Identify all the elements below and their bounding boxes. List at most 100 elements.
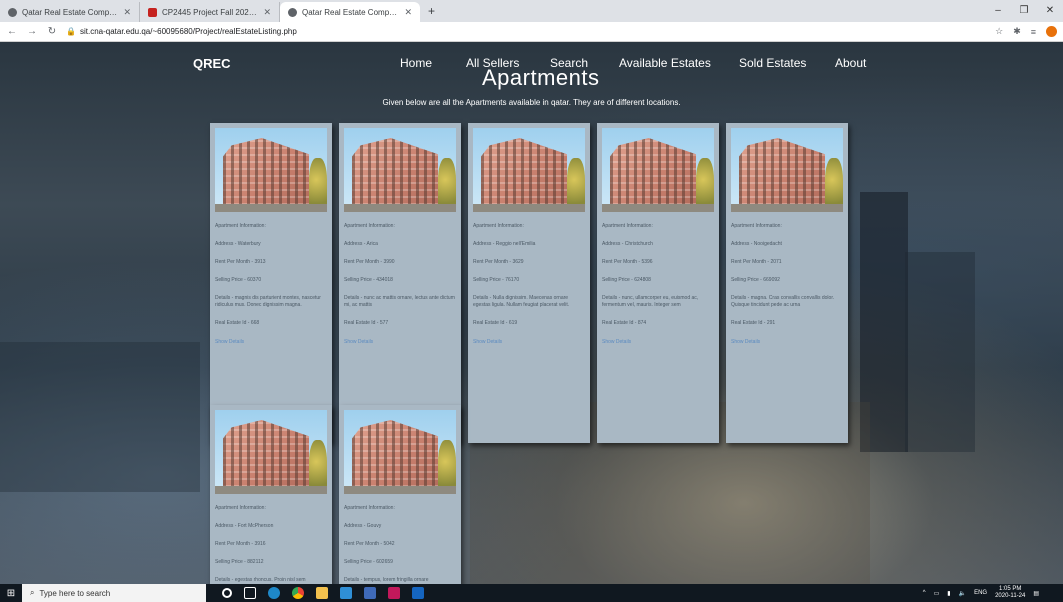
windows-start-icon[interactable]: ⊞: [0, 584, 22, 602]
notifications-icon[interactable]: ▤: [1033, 590, 1039, 597]
browser-tabbar: Qatar Real Estate Company ✕ CP2445 Proje…: [0, 0, 1063, 22]
card-rent: Rent Per Month - 3629: [473, 259, 524, 265]
card-estate-id: Real Estate Id - 291: [731, 320, 776, 326]
store-icon[interactable]: [340, 587, 352, 599]
apartment-card: Apartment Information: Address - Arica R…: [339, 123, 461, 443]
search-icon: ⌕: [30, 588, 35, 597]
browser-tab-3[interactable]: Qatar Real Estate Company ✕: [280, 2, 420, 22]
card-details: Details - Nulla dignissim. Maecenas orna…: [473, 295, 570, 308]
show-details-link[interactable]: Show Details: [215, 339, 327, 345]
card-address: Address - Nooigedacht: [731, 241, 782, 247]
file-explorer-icon[interactable]: [316, 587, 328, 599]
card-selling-price: Selling Price - 602659: [344, 559, 393, 565]
card-address: Address - Reggio nell'Emilia: [473, 241, 536, 247]
card-rent: Rent Per Month - 3990: [344, 259, 395, 265]
card-selling-price: Selling Price - 60370: [215, 277, 262, 283]
reload-icon[interactable]: ↻: [46, 26, 58, 37]
volume-icon[interactable]: 🔈: [959, 590, 966, 597]
close-window-icon[interactable]: ✕: [1037, 0, 1063, 22]
browser-tab-2[interactable]: CP2445 Project Fall 2020 - CP24 ✕: [140, 2, 280, 22]
card-rent: Rent Per Month - 5042: [344, 541, 395, 547]
nav-home[interactable]: Home: [400, 56, 432, 70]
browser-toolbar-right: ☆ ✱ ≡: [995, 26, 1057, 37]
show-details-link[interactable]: Show Details: [473, 339, 585, 345]
cortana-icon[interactable]: [222, 588, 232, 598]
card-rent: Rent Per Month - 2071: [731, 259, 782, 265]
url-field[interactable]: 🔒 sit.cna-qatar.edu.qa/~60095680/Project…: [66, 27, 987, 36]
star-icon[interactable]: ☆: [995, 26, 1003, 37]
apartment-card: Apartment Information: Address - Christc…: [597, 123, 719, 443]
card-heading: Apartment Information:: [344, 505, 395, 511]
forward-icon[interactable]: →: [26, 26, 38, 37]
chrome-icon[interactable]: [292, 587, 304, 599]
edge-icon[interactable]: [268, 587, 280, 599]
card-selling-price: Selling Price - 76170: [473, 277, 520, 283]
vscode-icon[interactable]: [412, 587, 424, 599]
close-icon[interactable]: ✕: [123, 7, 131, 18]
nav-available-estates[interactable]: Available Estates: [619, 56, 711, 70]
page-title: Apartments: [482, 65, 600, 90]
card-estate-id: Real Estate Id - 668: [215, 320, 260, 326]
card-rent: Rent Per Month - 3913: [215, 259, 266, 265]
card-heading: Apartment Information:: [215, 223, 266, 229]
card-selling-price: Selling Price - 882112: [215, 559, 264, 565]
taskbar-search-input[interactable]: ⌕ Type here to search: [22, 584, 206, 602]
card-details: Details - tempus, lorem fringilla ornare: [344, 577, 429, 583]
site-brand[interactable]: QREC: [193, 56, 231, 71]
mail-icon[interactable]: [364, 587, 376, 599]
tab-title: Qatar Real Estate Company: [22, 7, 119, 17]
card-selling-price: Selling Price - 669092: [731, 277, 780, 283]
maximize-icon[interactable]: ❐: [1011, 0, 1037, 22]
card-estate-id: Real Estate Id - 619: [473, 320, 518, 326]
lock-icon: 🔒: [66, 27, 76, 36]
minimize-icon[interactable]: –: [985, 0, 1011, 22]
address-bar: ← → ↻ 🔒 sit.cna-qatar.edu.qa/~60095680/P…: [0, 22, 1063, 42]
clock-date: 2020-11-24: [995, 593, 1026, 599]
card-address: Address - Arica: [344, 241, 378, 247]
page-viewport: QREC Home All Sellers Search Available E…: [0, 42, 1063, 584]
card-selling-price: Selling Price - 624808: [602, 277, 651, 283]
clock[interactable]: 1:05 PM 2020-11-24: [995, 586, 1025, 600]
apartment-image: [215, 128, 327, 212]
app-icon[interactable]: [388, 587, 400, 599]
nav-about[interactable]: About: [835, 56, 866, 70]
card-heading: Apartment Information:: [602, 223, 653, 229]
extensions-icon[interactable]: ✱: [1013, 26, 1021, 37]
card-details: Details - egestas rhoncus. Proin nisl se…: [215, 577, 306, 583]
show-details-link[interactable]: Show Details: [344, 339, 456, 345]
chevron-up-icon[interactable]: ^: [923, 590, 926, 596]
apartment-card: Apartment Information: Address - Nooiged…: [726, 123, 848, 443]
apartment-image: [473, 128, 585, 212]
show-details-link[interactable]: Show Details: [602, 339, 714, 345]
close-icon[interactable]: ✕: [263, 7, 271, 18]
card-address: Address - Gouvy: [344, 523, 382, 529]
window-controls: – ❐ ✕: [985, 0, 1063, 22]
back-icon[interactable]: ←: [6, 26, 18, 37]
card-heading: Apartment Information:: [731, 223, 782, 229]
task-view-icon[interactable]: [244, 587, 256, 599]
close-icon[interactable]: ✕: [404, 7, 412, 18]
profile-avatar[interactable]: [1046, 26, 1057, 37]
search-placeholder: Type here to search: [39, 588, 111, 598]
card-details: Details - magnis dis parturient montes, …: [215, 295, 321, 308]
browser-tab-1[interactable]: Qatar Real Estate Company ✕: [0, 2, 140, 22]
reading-list-icon[interactable]: ≡: [1031, 27, 1036, 37]
battery-icon[interactable]: ▮: [947, 590, 950, 597]
show-details-link[interactable]: Show Details: [731, 339, 843, 345]
os-taskbar: ⊞ ⌕ Type here to search ^ ▭ ▮ 🔈 ENG 1:05…: [0, 584, 1063, 602]
card-rent: Rent Per Month - 5396: [602, 259, 653, 265]
nav-sold-estates[interactable]: Sold Estates: [739, 56, 806, 70]
card-address: Address - Fort McPherson: [215, 523, 274, 529]
card-details: Details - nunc, ullamcorper eu, euismod …: [602, 295, 699, 308]
apartment-card: Apartment Information: Address - Fort Mc…: [210, 405, 332, 584]
card-address: Address - Christchurch: [602, 241, 653, 247]
network-icon[interactable]: ▭: [934, 590, 940, 597]
tab-title: CP2445 Project Fall 2020 - CP24: [162, 7, 259, 17]
apartment-card: Apartment Information: Address - Waterbu…: [210, 123, 332, 443]
new-tab-button[interactable]: +: [420, 4, 443, 22]
card-heading: Apartment Information:: [344, 223, 395, 229]
site-nav: QREC Home All Sellers Search Available E…: [0, 56, 1063, 90]
card-details: Details - magna. Cras convallis convalli…: [731, 295, 835, 308]
card-address: Address - Waterbury: [215, 241, 261, 247]
language-indicator[interactable]: ENG: [974, 590, 987, 596]
